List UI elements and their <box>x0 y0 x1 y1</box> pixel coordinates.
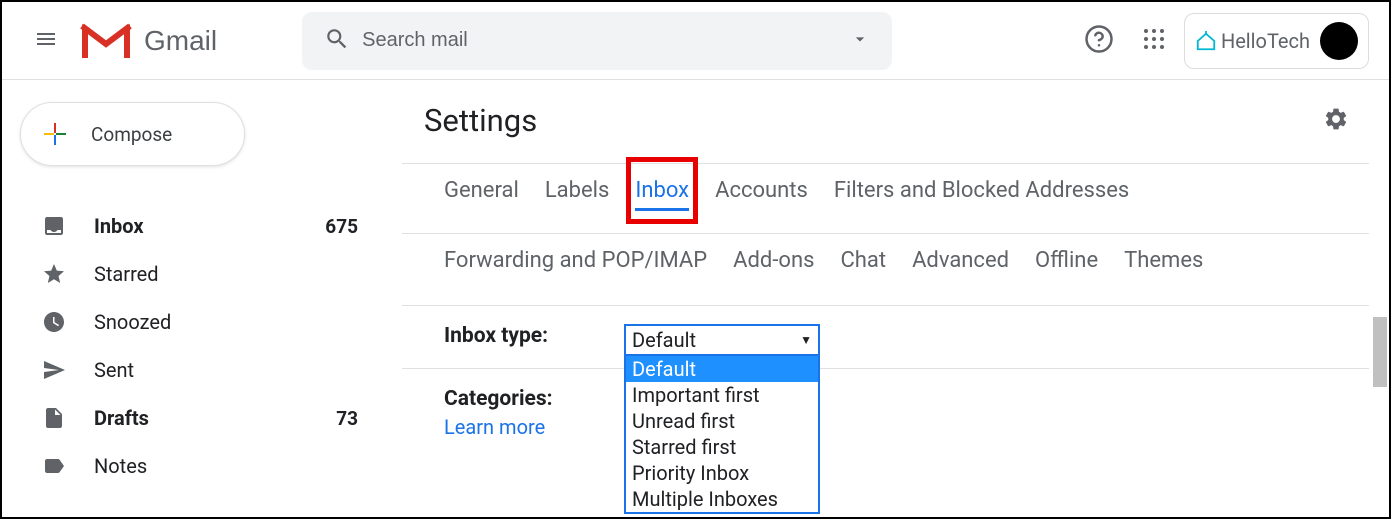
tab-inbox[interactable]: Inbox <box>635 166 689 215</box>
settings-header: Settings <box>402 102 1369 163</box>
tab-chat[interactable]: Chat <box>840 236 886 285</box>
account-chip[interactable]: HelloTech <box>1184 13 1369 69</box>
google-apps-button[interactable] <box>1132 17 1176 65</box>
tab-forwarding-and-pop-imap[interactable]: Forwarding and POP/IMAP <box>444 236 707 285</box>
gmail-logo-icon <box>78 20 134 62</box>
plus-icon <box>37 116 73 152</box>
sidebar-item-label: Starred <box>94 262 358 286</box>
inbox-type-dropdown: DefaultImportant firstUnread firstStarre… <box>624 356 820 514</box>
tab-labels[interactable]: Labels <box>545 166 610 215</box>
sidebar-item-notes[interactable]: Notes <box>2 442 382 490</box>
tab-filters-and-blocked-addresses[interactable]: Filters and Blocked Addresses <box>834 166 1129 215</box>
page-title: Settings <box>424 102 537 139</box>
hamburger-icon <box>34 27 58 51</box>
caret-down-icon: ▼ <box>800 333 812 347</box>
sidebar-item-count: 675 <box>325 215 358 238</box>
sidebar-item-count: 73 <box>336 407 358 430</box>
gmail-logo-area[interactable]: Gmail <box>78 20 217 62</box>
scrollbar-thumb[interactable] <box>1373 317 1387 387</box>
inbox-type-select[interactable]: Default ▼ <box>624 324 820 356</box>
gmail-text: Gmail <box>144 25 217 57</box>
inbox-type-selected-value: Default <box>632 328 696 352</box>
search-icon[interactable] <box>312 14 362 68</box>
categories-row: Categories: Learn more <box>402 369 1369 451</box>
inbox-type-option[interactable]: Important first <box>626 382 818 408</box>
apps-grid-icon <box>1142 27 1166 51</box>
header-right: HelloTech <box>1074 13 1369 69</box>
inbox-type-label: Inbox type: <box>444 324 624 356</box>
tab-accounts[interactable]: Accounts <box>715 166 808 215</box>
main-menu-button[interactable] <box>22 15 70 67</box>
tab-offline[interactable]: Offline <box>1035 236 1098 285</box>
hellotech-logo: HelloTech <box>1195 29 1310 53</box>
caret-down-icon <box>856 37 864 41</box>
sidebar-item-label: Notes <box>94 454 358 478</box>
house-icon <box>1195 30 1217 52</box>
sidebar-item-label: Drafts <box>94 406 336 430</box>
settings-tabs-row1: General Labels Inbox Accounts Filters and Bl… <box>402 163 1369 223</box>
tab-add-ons[interactable]: Add-ons <box>733 236 814 285</box>
header: Gmail HelloTech <box>2 2 1389 80</box>
learn-more-link[interactable]: Learn more <box>444 415 553 439</box>
settings-body: Inbox type: Default ▼ DefaultImportant f… <box>402 305 1369 451</box>
sidebar-item-sent[interactable]: Sent <box>2 346 382 394</box>
categories-label: Categories: <box>444 387 553 411</box>
search-options-button[interactable] <box>838 17 882 65</box>
inbox-type-option[interactable]: Multiple Inboxes <box>626 486 818 512</box>
tab-advanced[interactable]: Advanced <box>912 236 1009 285</box>
nav-list: Inbox675 Starred Snoozed Sent Drafts73 Notes <box>2 202 382 490</box>
compose-button[interactable]: Compose <box>20 102 245 166</box>
sidebar: Compose Inbox675 Starred Snoozed Sent Drafts… <box>2 102 382 490</box>
support-button[interactable] <box>1074 14 1124 68</box>
inbox-type-row: Inbox type: Default ▼ DefaultImportant f… <box>402 306 1369 369</box>
inbox-type-option[interactable]: Priority Inbox <box>626 460 818 486</box>
search-input[interactable] <box>362 29 838 52</box>
gear-icon <box>1323 106 1349 132</box>
inbox-type-option[interactable]: Starred first <box>626 434 818 460</box>
tab-general[interactable]: General <box>444 166 519 215</box>
compose-label: Compose <box>91 123 172 146</box>
settings-gear-button[interactable] <box>1323 106 1349 136</box>
avatar[interactable] <box>1320 22 1358 60</box>
sidebar-item-label: Inbox <box>94 214 325 238</box>
settings-tabs-row2: Forwarding and POP/IMAP Add-ons Chat Advanc… <box>402 233 1369 293</box>
inbox-type-control: Default ▼ DefaultImportant firstUnread f… <box>624 324 820 356</box>
tab-themes[interactable]: Themes <box>1124 236 1203 285</box>
sidebar-item-label: Snoozed <box>94 310 358 334</box>
inbox-type-option[interactable]: Default <box>626 356 818 382</box>
sidebar-item-drafts[interactable]: Drafts73 <box>2 394 382 442</box>
inbox-type-option[interactable]: Unread first <box>626 408 818 434</box>
settings-main: Settings General Labels Inbox Accounts Filte… <box>402 102 1369 451</box>
sidebar-item-label: Sent <box>94 358 358 382</box>
sidebar-item-starred[interactable]: Starred <box>2 250 382 298</box>
sidebar-item-snoozed[interactable]: Snoozed <box>2 298 382 346</box>
search-bar[interactable] <box>302 12 892 70</box>
sidebar-item-inbox[interactable]: Inbox675 <box>2 202 382 250</box>
